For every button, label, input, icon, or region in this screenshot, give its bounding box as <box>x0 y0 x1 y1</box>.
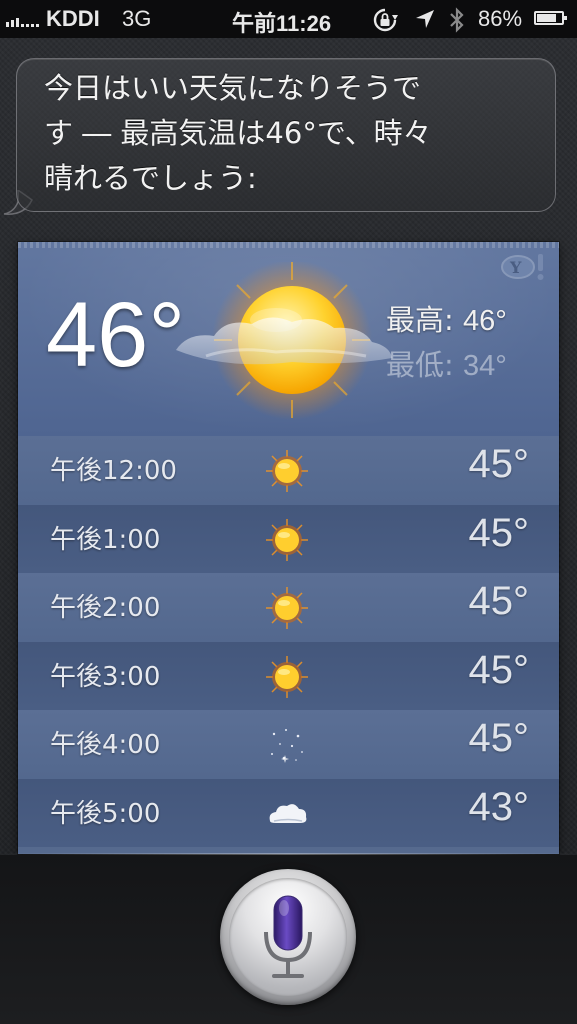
battery-icon <box>534 11 567 25</box>
hourly-row: 午後5:00 43° <box>18 778 559 847</box>
partly-cloudy-sun-icon <box>166 260 406 436</box>
battery-percent: 86% <box>478 6 523 31</box>
hourly-row: 午後4:00 45° <box>18 710 559 779</box>
hourly-row: 午後12:00 45° <box>18 436 559 505</box>
mic-button-face <box>229 878 347 996</box>
hour-temp: 45° <box>468 442 530 486</box>
clear-night-stars-icon <box>271 729 303 763</box>
siri-mic-button[interactable] <box>220 869 356 1005</box>
hour-temp: 45° <box>468 510 530 555</box>
hourly-row: 午後1:00 45° <box>18 504 559 573</box>
current-temperature: 46° <box>46 284 186 386</box>
low-label: 最低: <box>386 348 454 382</box>
siri-response-text: 今日はいい天気になりそうで す ― 最高気温は46°で、時々 晴れるでしょう: <box>44 71 432 195</box>
hour-label: 午後3:00 <box>50 661 161 692</box>
siri-screen: KDDI 3G 午前11:26 86% 今日はいい天気になりそうで す ― 最高… <box>0 0 577 1024</box>
hour-label: 午後1:00 <box>50 524 161 555</box>
high-value: 46° <box>463 305 507 337</box>
yahoo-logo-icon: Y <box>498 252 552 286</box>
sun-icon <box>266 518 308 561</box>
hour-temp: 45° <box>468 579 530 623</box>
microphone-icon <box>264 895 312 978</box>
low-value: 34° <box>463 350 507 382</box>
hourly-row: 午後3:00 45° <box>18 641 559 710</box>
status-bar: KDDI 3G 午前11:26 86% <box>0 0 577 38</box>
high-temp-row: 最高: 46° <box>386 298 507 343</box>
weather-summary: Y 46° 最高: 46° 最低: 34° <box>18 242 559 436</box>
sun-icon <box>266 655 308 698</box>
high-label: 最高: <box>386 303 454 337</box>
bluetooth-icon <box>448 7 466 39</box>
hour-label: 午後5:00 <box>50 798 161 829</box>
carrier-name: KDDI <box>46 6 100 31</box>
hour-temp: 43° <box>468 784 530 829</box>
high-low-temps: 最高: 46° 最低: 34° <box>386 298 507 388</box>
network-type: 3G <box>122 6 152 31</box>
sun-icon <box>266 587 308 629</box>
hour-label: 午後2:00 <box>50 593 161 623</box>
hourly-forecast: 午後12:00 45° 午後1:00 45° 午後2:00 45° 午後3:00… <box>18 436 559 847</box>
hour-temp: 45° <box>468 647 530 692</box>
hour-label: 午後12:00 <box>50 456 177 486</box>
cloud-icon <box>269 803 307 823</box>
svg-text:Y: Y <box>509 258 522 277</box>
hour-label: 午後4:00 <box>50 730 161 760</box>
sun-icon <box>266 450 308 492</box>
status-time: 午前11:26 <box>232 11 332 36</box>
hourly-row: 午後2:00 45° <box>18 573 559 642</box>
location-icon <box>414 8 436 36</box>
weather-card[interactable]: Y 46° 最高: 46° 最低: 34° 午後12:00 45° 午後1:00… <box>18 242 559 854</box>
siri-speech-bubble: 今日はいい天気になりそうで す ― 最高気温は46°で、時々 晴れるでしょう: <box>0 58 560 215</box>
perforated-edge <box>18 242 559 248</box>
low-temp-row: 最低: 34° <box>386 343 507 388</box>
rotation-lock-icon <box>372 7 398 39</box>
hour-temp: 45° <box>468 716 530 760</box>
signal-icon <box>6 11 39 27</box>
